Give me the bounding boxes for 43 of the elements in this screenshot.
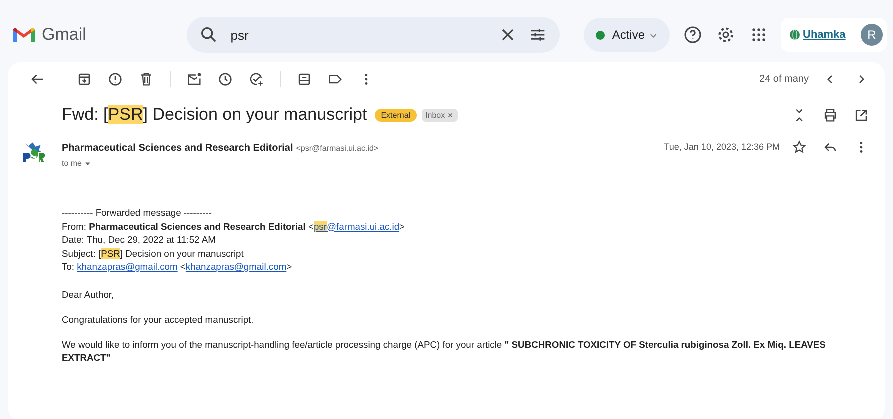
body-paragraph: We would like to inform you of the manuscript-handling fee/article processing charge (APC) for your article " SUBCHRONIC TOXICITY OF Sterculia rubiginosa Zoll. Ex Miq. LEAVES EXTRACT" bbox=[62, 338, 827, 364]
search-icon bbox=[198, 25, 219, 45]
email-link[interactable]: khanzapras@gmail.com bbox=[77, 261, 178, 272]
report-spam-icon[interactable] bbox=[107, 70, 124, 88]
body-paragraph: Dear Author, bbox=[62, 288, 116, 300]
sender-email: <psr@farmasi.ui.ac.id> bbox=[296, 144, 379, 153]
search-input[interactable]: psr bbox=[228, 26, 488, 44]
header-text: Subject: [PSR] Decision on your manuscript bbox=[62, 248, 244, 258]
sender-name: Pharmaceutical Sciences and Research Editorial bbox=[62, 143, 294, 154]
close-icon[interactable] bbox=[447, 112, 454, 119]
gmail-logo-icon bbox=[12, 26, 36, 44]
header-text: > bbox=[286, 261, 292, 272]
header-text: < bbox=[179, 261, 186, 272]
account-avatar[interactable]: R bbox=[861, 24, 883, 46]
header-text: From: bbox=[62, 220, 88, 232]
globe-logo-icon bbox=[789, 29, 801, 41]
header-text: < bbox=[307, 220, 314, 232]
search-field[interactable]: psr bbox=[186, 17, 560, 53]
settings-icon[interactable] bbox=[716, 25, 736, 45]
body-paragraph: Congratulations for your accepted manuscript. bbox=[62, 312, 255, 326]
add-task-icon[interactable] bbox=[248, 70, 265, 88]
external-tag: External bbox=[375, 108, 417, 122]
clock-icon[interactable] bbox=[217, 70, 234, 88]
email-link[interactable]: psr@farmasi.ui.ac.id bbox=[314, 220, 400, 232]
inbox-tag[interactable]: Inbox bbox=[422, 108, 458, 122]
email-link[interactable]: khanzapras@gmail.com bbox=[186, 261, 287, 272]
print-icon[interactable] bbox=[822, 106, 839, 124]
help-icon[interactable] bbox=[683, 25, 703, 45]
header-text: ---------- Forwarded message --------- bbox=[62, 207, 212, 218]
email-subject: Fwd: [PSR] Decision on your manuscript bbox=[62, 105, 368, 125]
status-button[interactable]: Active bbox=[584, 18, 670, 52]
message-counter: 24 of many bbox=[760, 74, 809, 84]
recipient-dropdown[interactable]: to me bbox=[62, 159, 92, 168]
header-text: To: bbox=[62, 261, 76, 272]
header-text: > bbox=[400, 220, 406, 232]
organization-logo: Uhamka bbox=[803, 29, 847, 41]
star-icon[interactable] bbox=[791, 139, 808, 156]
account-panel[interactable]: Uhamka R bbox=[781, 18, 887, 52]
app-name: Gmail bbox=[42, 25, 86, 45]
header-text: Date: Thu, Dec 29, 2022 at 11:52 AM bbox=[62, 234, 216, 245]
mark-unread-icon[interactable] bbox=[186, 70, 203, 88]
header-text: Pharmaceutical Sciences and Research Editorial bbox=[89, 220, 306, 232]
message-date: Tue, Jan 10, 2023, 12:36 PM bbox=[664, 142, 780, 152]
